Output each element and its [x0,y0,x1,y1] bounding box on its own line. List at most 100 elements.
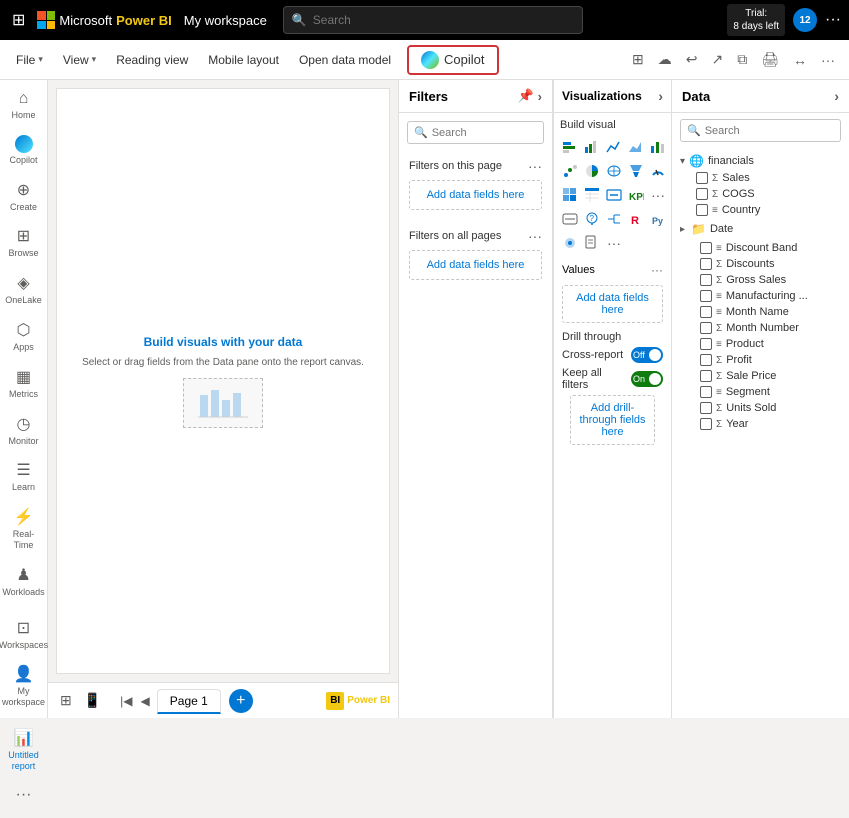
segment-checkbox[interactable] [700,386,712,398]
units-sold-checkbox[interactable] [700,402,712,414]
ribbon-icon-6[interactable]: 🖨 [755,47,785,72]
filter-this-page-dots[interactable]: ··· [528,158,542,174]
discounts-checkbox[interactable] [700,258,712,270]
viz-icon-kpi[interactable]: KPI [626,185,646,205]
ribbon-icon-3[interactable]: ↩ [680,47,704,72]
viz-icon-qna[interactable]: ? [582,209,602,229]
tree-item-country[interactable]: ≡ Country [696,202,841,218]
ribbon-view[interactable]: View ▾ [55,49,104,71]
gross-sales-checkbox[interactable] [700,274,712,286]
month-number-checkbox[interactable] [700,322,712,334]
sidebar-item-copilot[interactable]: Copilot [2,129,46,172]
ribbon-icon-4[interactable]: ↗ [705,47,729,72]
viz-icon-pie[interactable] [582,161,602,181]
tree-item-discounts[interactable]: Σ Discounts [680,256,841,272]
discount-band-checkbox[interactable] [700,242,712,254]
sidebar-item-myworkspace[interactable]: 👤 My workspace [2,658,46,714]
sales-checkbox[interactable] [696,172,708,184]
viz-icon-line[interactable] [604,136,624,156]
values-add-btn[interactable]: Add data fields here [562,285,663,323]
month-name-checkbox[interactable] [700,306,712,318]
filter-all-pages-dots[interactable]: ··· [528,228,542,244]
tree-item-discount-band[interactable]: ≡ Discount Band [680,240,841,256]
viz-icon-ai[interactable] [560,233,580,253]
values-dots[interactable]: ··· [651,263,663,277]
ribbon-mobile-layout[interactable]: Mobile layout [200,49,287,71]
ribbon-icon-5[interactable]: ⧉ [731,47,753,72]
keep-filters-toggle[interactable]: On [631,371,663,387]
data-expand-icon[interactable]: › [834,88,839,104]
tree-item-month-number[interactable]: Σ Month Number [680,320,841,336]
ribbon-open-data-model[interactable]: Open data model [291,49,399,71]
country-checkbox[interactable] [696,204,708,216]
filter-add-all-pages[interactable]: Add data fields here [409,250,542,280]
financials-header[interactable]: ▾ 🌐 financials [680,152,841,170]
viz-icon-slicer[interactable] [560,209,580,229]
waffle-icon[interactable]: ⊞ [8,6,29,34]
viz-icon-more2[interactable]: ··· [604,233,624,253]
tree-item-product[interactable]: ≡ Product [680,336,841,352]
viz-icon-r[interactable]: R [626,209,646,229]
data-search-input[interactable] [705,125,834,137]
sidebar-item-home[interactable]: ⌂ Home [2,84,46,127]
tree-item-cogs[interactable]: Σ COGS [696,186,841,202]
tree-item-manufacturing[interactable]: ≡ Manufacturing ... [680,288,841,304]
ribbon-icon-2[interactable]: ☁ [652,47,678,72]
viz-icon-map[interactable] [604,161,624,181]
tree-item-sale-price[interactable]: Σ Sale Price [680,368,841,384]
tree-item-profit[interactable]: Σ Profit [680,352,841,368]
viz-icon-paginated[interactable] [582,233,602,253]
tree-item-segment[interactable]: ≡ Segment [680,384,841,400]
topbar-more-icon[interactable]: ··· [825,11,841,29]
viz-icon-card[interactable] [604,185,624,205]
cross-report-toggle[interactable]: Off [631,347,663,363]
year-checkbox[interactable] [700,418,712,430]
viz-icon-cluster-bar[interactable] [582,136,602,156]
sidebar-item-workspaces[interactable]: ⊡ Workspaces [2,612,46,657]
add-page-button[interactable]: + [229,689,253,713]
page-grid-icon[interactable]: ⊞ [56,690,76,711]
viz-icon-decomptree[interactable] [604,209,624,229]
data-search-box[interactable]: 🔍 [680,119,841,142]
manufacturing-checkbox[interactable] [700,290,712,302]
sidebar-item-learn[interactable]: ☰ Learn [2,454,46,499]
viz-icon-scatter[interactable] [560,161,580,181]
avatar[interactable]: 12 [793,8,817,32]
viz-icon-bar[interactable] [560,136,580,156]
search-input[interactable] [313,13,574,27]
sale-price-checkbox[interactable] [700,370,712,382]
sidebar-item-browse[interactable]: ⊞ Browse [2,220,46,265]
tree-item-gross-sales[interactable]: Σ Gross Sales [680,272,841,288]
filter-search-input[interactable] [432,127,537,139]
sidebar-item-metrics[interactable]: ▦ Metrics [2,361,46,406]
filter-search-box[interactable]: 🔍 [407,121,544,144]
ribbon-reading-view[interactable]: Reading view [108,49,196,71]
sidebar-item-apps[interactable]: ⬡ Apps [2,314,46,359]
sidebar-more[interactable]: ··· [2,780,46,810]
page-mobile-icon[interactable]: 📱 [80,690,105,711]
product-checkbox[interactable] [700,338,712,350]
sidebar-item-monitor[interactable]: ◷ Monitor [2,408,46,453]
filters-expand-icon[interactable]: › [538,89,542,104]
cogs-checkbox[interactable] [696,188,708,200]
tree-item-month-name[interactable]: ≡ Month Name [680,304,841,320]
date-header[interactable]: ▸ 📁 Date [680,220,841,238]
ribbon-more[interactable]: ··· [815,48,841,72]
viz-icon-gauge[interactable] [648,161,668,181]
viz-icon-col[interactable] [648,136,668,156]
sidebar-item-onelake[interactable]: ◈ OneLake [2,267,46,312]
tree-item-year[interactable]: Σ Year [680,416,841,432]
drill-add-btn[interactable]: Add drill-through fields here [570,395,655,445]
viz-icon-funnel[interactable] [626,161,646,181]
tree-item-units-sold[interactable]: Σ Units Sold [680,400,841,416]
global-search-box[interactable]: 🔍 [283,6,583,34]
viz-icon-py[interactable]: Py [648,209,668,229]
sidebar-item-workloads[interactable]: ♟ Workloads [2,559,46,604]
viz-icon-matrix[interactable] [560,185,580,205]
nav-prev[interactable]: ◀ [138,692,153,710]
filters-pin-icon[interactable]: 📌 [517,88,533,104]
ribbon-icon-7[interactable]: ↔ [787,48,813,72]
sidebar-item-realtime[interactable]: ⚡ Real-Time [2,501,46,557]
ribbon-icon-1[interactable]: ⊞ [626,47,650,72]
viz-icon-table[interactable] [582,185,602,205]
